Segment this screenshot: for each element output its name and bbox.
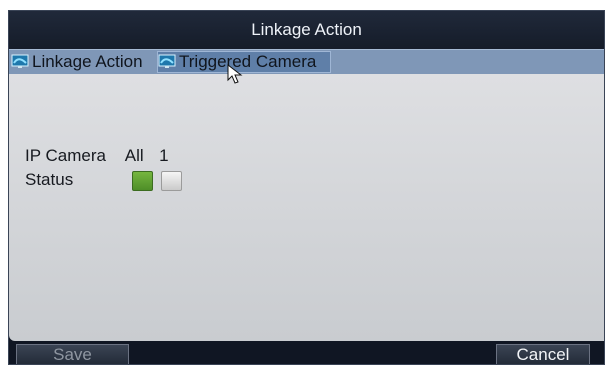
monitor-icon [158, 54, 176, 70]
cancel-button[interactable]: Cancel [496, 344, 590, 364]
ip-camera-label: IP Camera [25, 146, 106, 165]
monitor-icon [11, 54, 29, 70]
tab-strip: Linkage Action Triggered Camera [9, 49, 604, 74]
status-row: Status [25, 170, 186, 191]
save-button[interactable]: Save [16, 344, 129, 364]
tab-label-triggered-camera: Triggered Camera [179, 52, 317, 71]
all-camera-status-checkbox[interactable] [131, 170, 153, 191]
linkage-action-dialog: Linkage Action Linkage Action Triggered … [8, 10, 605, 365]
camera-1-label: 1 [159, 146, 169, 165]
tab-label-linkage-action: Linkage Action [32, 52, 143, 71]
dialog-title: Linkage Action [251, 20, 362, 39]
tab-triggered-camera[interactable]: Triggered Camera [157, 51, 331, 73]
dialog-title-bar: Linkage Action [9, 11, 604, 49]
status-label: Status [25, 170, 74, 189]
ip-camera-row: IP Camera All 1 [25, 146, 169, 166]
triggered-camera-panel: IP Camera All 1 Status [9, 74, 604, 341]
dialog-button-bar: Save Cancel [9, 341, 604, 364]
all-camera-label: All [124, 146, 144, 165]
tab-linkage-action[interactable]: Linkage Action [11, 51, 143, 73]
camera-1-status-checkbox[interactable] [161, 170, 183, 191]
mouse-pointer-icon [227, 63, 243, 84]
